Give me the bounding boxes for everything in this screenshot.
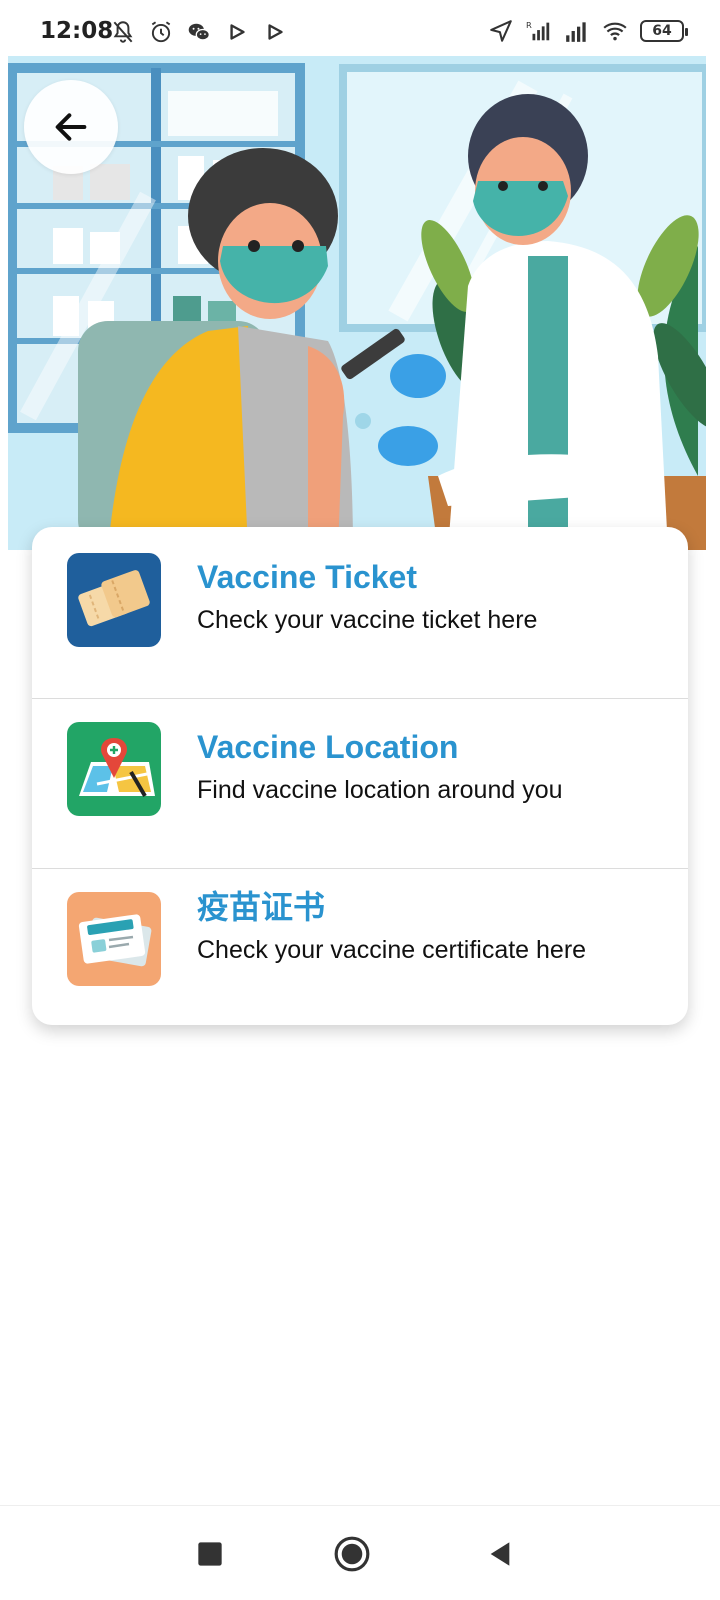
- back-button[interactable]: [24, 80, 118, 174]
- svg-text:R: R: [526, 20, 532, 30]
- menu-item-vaccine-location[interactable]: Vaccine Location Find vaccine location a…: [32, 698, 688, 868]
- vaccine-certificate-tile: [67, 892, 161, 986]
- system-icons: R 64: [488, 18, 688, 44]
- navigation-bar: [0, 1505, 720, 1600]
- alarm-icon: [151, 21, 171, 43]
- certificate-icon: [78, 914, 152, 967]
- battery-level: 64: [652, 23, 672, 39]
- menu-title: Vaccine Location: [197, 729, 459, 765]
- menu-title: 疫苗证书: [197, 888, 326, 926]
- play-icon: [268, 24, 283, 40]
- menu-item-vaccine-ticket[interactable]: Vaccine Ticket Check your vaccine ticket…: [32, 527, 688, 697]
- recents-square-icon: [198, 1542, 222, 1566]
- menu-text: Vaccine Ticket Check your vaccine ticket…: [197, 557, 537, 637]
- battery-icon: 64: [640, 20, 688, 42]
- signal-roaming-icon: R: [526, 20, 550, 41]
- home-button[interactable]: [332, 1534, 372, 1574]
- bell-off-icon: [113, 21, 133, 43]
- recents-button[interactable]: [190, 1534, 230, 1574]
- menu-subtitle: Find vaccine location around you: [197, 776, 563, 804]
- menu-item-vaccine-certificate[interactable]: 疫苗证书 Check your vaccine certificate here: [32, 868, 688, 1025]
- ticket-icon: [78, 570, 150, 627]
- vaccine-ticket-tile: [67, 553, 161, 647]
- vaccine-menu-card: Vaccine Ticket Check your vaccine ticket…: [32, 527, 688, 1025]
- status-time: 12:08: [40, 18, 114, 44]
- menu-title: Vaccine Ticket: [197, 559, 417, 595]
- home-circle-icon: [334, 1536, 370, 1572]
- wifi-icon: [603, 22, 627, 41]
- nav-back-button[interactable]: [480, 1534, 520, 1574]
- back-triangle-icon: [490, 1542, 510, 1566]
- menu-text: 疫苗证书 Check your vaccine certificate here: [197, 887, 586, 967]
- notification-icons: [110, 19, 288, 45]
- menu-text: Vaccine Location Find vaccine location a…: [197, 727, 563, 807]
- status-bar: 12:08 R 64: [0, 0, 720, 56]
- menu-subtitle: Check your vaccine ticket here: [197, 606, 538, 634]
- map-pin-icon: [79, 738, 155, 798]
- vaccine-location-tile: [67, 722, 161, 816]
- play-icon: [230, 24, 245, 40]
- menu-subtitle: Check your vaccine certificate here: [197, 936, 587, 964]
- location-icon: [490, 20, 512, 42]
- wechat-icon: [188, 23, 210, 41]
- arrow-left-icon: [55, 113, 87, 141]
- signal-icon: [566, 22, 586, 42]
